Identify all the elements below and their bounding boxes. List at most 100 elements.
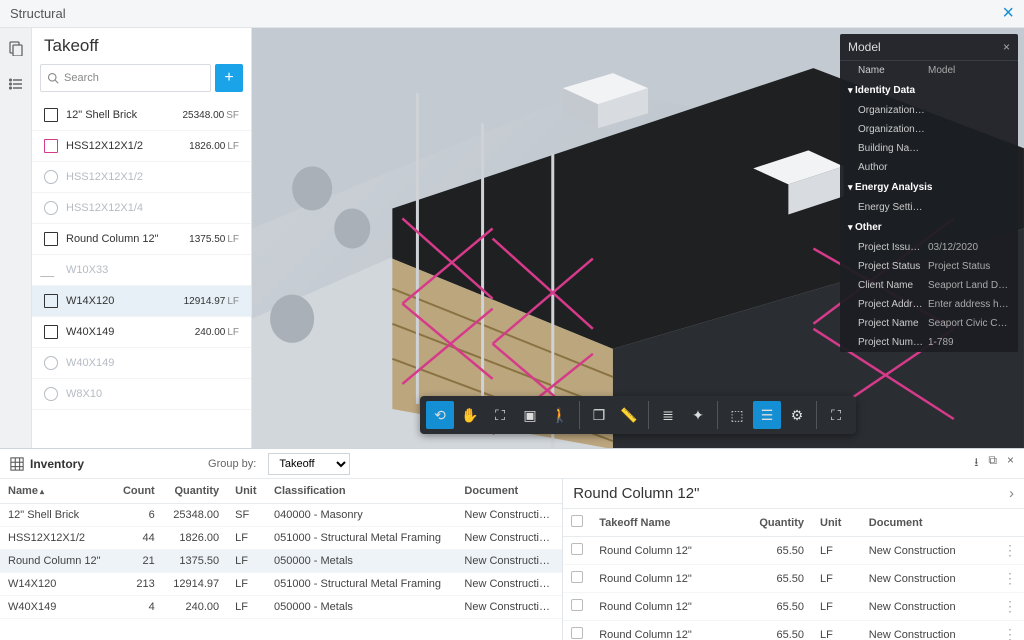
properties-close-icon[interactable]: ×	[1003, 40, 1010, 54]
pan-icon[interactable]: ✋	[456, 401, 484, 429]
prop-row: Project Addr…Enter address here	[840, 295, 1018, 314]
item-name: HSS12X12X1/2	[66, 140, 189, 152]
circle-icon	[44, 170, 58, 184]
detail-title: Round Column 12"	[573, 485, 699, 502]
sidebar-item[interactable]: W40X149	[32, 348, 251, 379]
chevron-right-icon[interactable]: ›	[1009, 485, 1014, 502]
table-row[interactable]: W14X12021312914.97LF051000 - Structural …	[0, 573, 562, 596]
search-placeholder: Search	[64, 72, 99, 84]
sidebar-item[interactable]: W40X149240.00 LF	[32, 317, 251, 348]
table-row[interactable]: Round Column 12"65.50LFNew Construction⋮	[563, 621, 1024, 640]
more-icon[interactable]: ⋮	[1003, 542, 1016, 558]
col-document[interactable]: Document	[456, 479, 562, 504]
item-name: HSS12X12X1/4	[66, 202, 239, 214]
cube-icon	[44, 294, 58, 308]
row-checkbox[interactable]	[571, 571, 583, 583]
item-name: HSS12X12X1/2	[66, 171, 239, 183]
beam-icon	[40, 263, 62, 277]
row-checkbox[interactable]	[571, 543, 583, 555]
cube-icon	[44, 232, 58, 246]
sidebar-item[interactable]: W10X33	[32, 255, 251, 286]
col-doc2[interactable]: Document	[861, 509, 995, 537]
col-unit2[interactable]: Unit	[812, 509, 861, 537]
orbit-icon[interactable]: ⟲	[426, 401, 454, 429]
fullscreen-icon[interactable]: ⛶	[822, 401, 850, 429]
list-icon[interactable]	[6, 74, 26, 94]
col-qty2[interactable]: Quantity	[733, 509, 812, 537]
sidebar-item[interactable]: Round Column 12"1375.50 LF	[32, 224, 251, 255]
col-takeoff-name[interactable]: Takeoff Name	[591, 509, 733, 537]
prop-row: Project NameSeaport Civic Center	[840, 314, 1018, 333]
copy-icon[interactable]	[6, 38, 26, 58]
prop-category[interactable]: Identity Data	[840, 80, 1018, 101]
table-row[interactable]: 12" Shell Brick625348.00SF040000 - Mason…	[0, 504, 562, 527]
measure-icon[interactable]: 📏	[615, 401, 643, 429]
tree-icon[interactable]: ⬚	[723, 401, 751, 429]
viewport-toolbar: ⟲ ✋ ⛶ ▣ 🚶 ❒ 📏 ≣ ✦ ⬚ ☰ ⚙ ⛶	[420, 396, 856, 434]
add-button[interactable]: +	[215, 64, 243, 92]
more-icon[interactable]: ⋮	[1003, 598, 1016, 614]
col-name[interactable]: Name▴	[0, 479, 113, 504]
popout-icon[interactable]: ⧉	[988, 453, 997, 474]
more-icon[interactable]: ⋮	[1003, 570, 1016, 586]
cube-icon	[44, 108, 58, 122]
groupby-select[interactable]: Takeoff	[268, 453, 350, 475]
col-count[interactable]: Count	[113, 479, 163, 504]
row-checkbox[interactable]	[571, 627, 583, 639]
sidebar-item[interactable]: HSS12X12X1/21826.00 LF	[32, 131, 251, 162]
titlebar: Structural ×	[0, 0, 1024, 28]
prop-row: Client NameSeaport Land Developers	[840, 276, 1018, 295]
prop-row: Author	[840, 158, 1018, 177]
prop-category[interactable]: Energy Analysis	[840, 177, 1018, 198]
fit-icon[interactable]: ⛶	[486, 401, 514, 429]
select-all-checkbox[interactable]	[571, 515, 583, 527]
table-row[interactable]: Round Column 12"65.50LFNew Construction⋮	[563, 537, 1024, 565]
layers-icon[interactable]: ≣	[654, 401, 682, 429]
item-name: W40X149	[66, 357, 239, 369]
more-icon[interactable]: ⋮	[1003, 626, 1016, 640]
walk-icon[interactable]: 🚶	[546, 401, 574, 429]
item-qty: 1375.50	[189, 234, 225, 245]
prop-row: Project Num…1-789	[840, 333, 1018, 352]
col-unit[interactable]: Unit	[227, 479, 266, 504]
search-input[interactable]: Search	[40, 64, 211, 92]
download-icon[interactable]: ⭳	[974, 453, 978, 474]
3d-viewport[interactable]: ⟲ ✋ ⛶ ▣ 🚶 ❒ 📏 ≣ ✦ ⬚ ☰ ⚙ ⛶ Model × NameMo…	[252, 28, 1024, 448]
item-name: Round Column 12"	[66, 233, 189, 245]
circle-icon	[44, 201, 58, 215]
settings-icon[interactable]: ⚙	[783, 401, 811, 429]
search-icon	[47, 72, 59, 84]
sidebar-item[interactable]: 12" Shell Brick25348.00 SF	[32, 100, 251, 131]
item-qty: 12914.97	[184, 296, 226, 307]
section-icon[interactable]: ❒	[585, 401, 613, 429]
prop-category[interactable]: Other	[840, 217, 1018, 238]
properties-icon[interactable]: ☰	[753, 401, 781, 429]
item-qty: 1826.00	[189, 141, 225, 152]
table-row[interactable]: W40X1494240.00LF050000 - MetalsNew Const…	[0, 596, 562, 619]
close-panel-icon[interactable]: ×	[1007, 453, 1014, 474]
item-name: W40X149	[66, 326, 195, 338]
sidebar-item[interactable]: HSS12X12X1/4	[32, 193, 251, 224]
inventory-title: Inventory	[10, 457, 84, 471]
inventory-table: Name▴ Count Quantity Unit Classification…	[0, 479, 563, 640]
table-row[interactable]: Round Column 12"65.50LFNew Construction⋮	[563, 565, 1024, 593]
sidebar-item[interactable]: W8X10	[32, 379, 251, 410]
cube-icon	[44, 325, 58, 339]
sidebar-item[interactable]: W14X12012914.97 LF	[32, 286, 251, 317]
item-name: W14X120	[66, 295, 184, 307]
firstperson-icon[interactable]: ▣	[516, 401, 544, 429]
item-name: W10X33	[66, 264, 239, 276]
cube-icon	[44, 139, 58, 153]
col-classification[interactable]: Classification	[266, 479, 456, 504]
close-icon[interactable]: ×	[1002, 2, 1014, 25]
sidebar-item[interactable]: HSS12X12X1/2	[32, 162, 251, 193]
prop-row: Project StatusProject Status	[840, 257, 1018, 276]
row-checkbox[interactable]	[571, 599, 583, 611]
takeoff-sidebar: Takeoff Search + 12" Shell Brick25348.00…	[32, 28, 252, 448]
explode-icon[interactable]: ✦	[684, 401, 712, 429]
grid-icon	[10, 457, 24, 471]
table-row[interactable]: HSS12X12X1/2441826.00LF051000 - Structur…	[0, 527, 562, 550]
table-row[interactable]: Round Column 12"211375.50LF050000 - Meta…	[0, 550, 562, 573]
col-quantity[interactable]: Quantity	[163, 479, 227, 504]
table-row[interactable]: Round Column 12"65.50LFNew Construction⋮	[563, 593, 1024, 621]
